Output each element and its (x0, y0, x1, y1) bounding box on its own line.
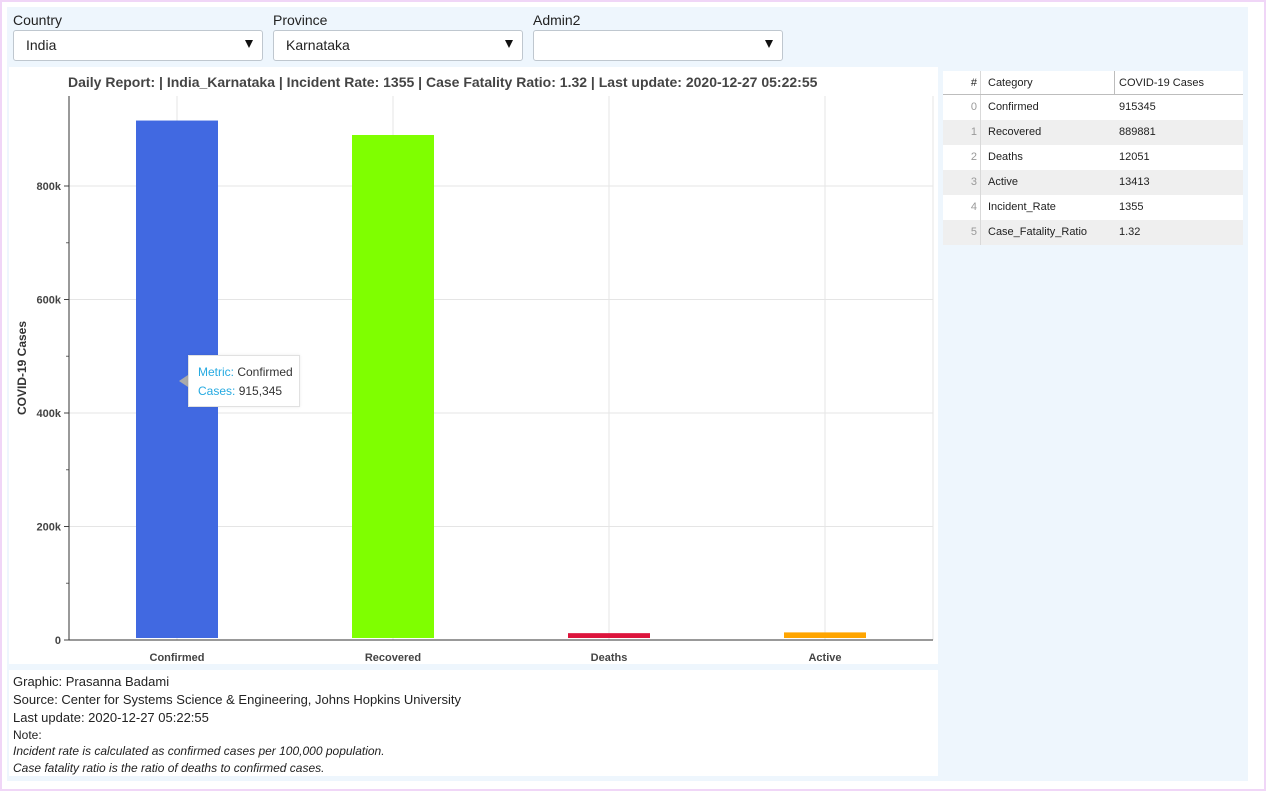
table-cell-category: Confirmed (988, 101, 1039, 113)
table-cell-value: 1.32 (1119, 226, 1141, 238)
y-axis-label: COVID-19 Cases (15, 321, 29, 415)
bar-active[interactable] (784, 632, 866, 638)
table-header-row: # Category COVID-19 Cases (943, 71, 1243, 95)
table-cell-index: 3 (943, 170, 981, 195)
footer-notes: Graphic: Prasanna Badami Source: Center … (9, 670, 938, 776)
table-cell-value: 1355 (1119, 201, 1144, 213)
x-tick-label: Active (808, 652, 841, 664)
table-cell-value: 915345 (1119, 101, 1156, 113)
table-row[interactable]: 2 Deaths 12051 (943, 145, 1243, 170)
footer-note-incident: Incident rate is calculated as confirmed… (13, 744, 385, 758)
table-cell-category: Incident_Rate (988, 201, 1056, 213)
table-cell-category: Recovered (988, 126, 1042, 138)
bar-deaths[interactable] (568, 633, 650, 638)
table-cell-index: 2 (943, 145, 981, 170)
x-tick-label: Confirmed (150, 652, 205, 664)
bar-recovered[interactable] (352, 134, 434, 638)
data-table[interactable]: # Category COVID-19 Cases 0 Confirmed 91… (943, 71, 1243, 245)
tooltip-metric-key: Metric: (198, 365, 234, 379)
table-cell-value: 889881 (1119, 126, 1156, 138)
table-cell-index: 0 (943, 95, 981, 120)
y-tick-label: 400k (37, 408, 62, 420)
tooltip-arrow (179, 375, 188, 387)
table-row[interactable]: 1 Recovered 889881 (943, 120, 1243, 145)
table-cell-category: Case_Fatality_Ratio (988, 226, 1088, 238)
x-tick-label: Recovered (365, 652, 421, 664)
y-tick-label: 600k (37, 295, 62, 307)
footer-note-fatality: Case fatality ratio is the ratio of deat… (13, 761, 325, 775)
table-cell-index: 4 (943, 195, 981, 220)
footer-note-label: Note: (13, 728, 42, 742)
table-cell-value: 13413 (1119, 176, 1150, 188)
tooltip-cases-key: Cases: (198, 384, 236, 398)
footer-last-update: Last update: 2020-12-27 05:22:55 (13, 710, 209, 725)
table-cell-category: Deaths (988, 151, 1023, 163)
table-cell-value: 12051 (1119, 151, 1150, 163)
x-tick-label: Deaths (591, 652, 628, 664)
footer-graphic: Graphic: Prasanna Badami (13, 674, 170, 689)
y-tick-label: 800k (37, 181, 62, 193)
table-cell-index: 5 (943, 220, 981, 245)
footer-source: Source: Center for Systems Science & Eng… (13, 692, 461, 707)
tooltip-cases-value: 915,345 (238, 384, 283, 398)
table-header-index[interactable]: # (943, 71, 981, 94)
table-row[interactable]: 5 Case_Fatality_Ratio 1.32 (943, 220, 1243, 245)
table-cell-index: 1 (943, 120, 981, 145)
table-row[interactable]: 0 Confirmed 915345 (943, 95, 1243, 120)
tooltip-metric-value: Confirmed (237, 365, 293, 379)
y-tick-label: 0 (55, 635, 61, 647)
table-row[interactable]: 3 Active 13413 (943, 170, 1243, 195)
table-row[interactable]: 4 Incident_Rate 1355 (943, 195, 1243, 220)
y-tick-label: 200k (37, 522, 62, 534)
table-cell-category: Active (988, 176, 1018, 188)
table-header-cases[interactable]: COVID-19 Cases (1114, 71, 1204, 94)
chart-tooltip: Metric: Confirmed Cases: 915,345 (188, 355, 300, 407)
table-header-category[interactable]: Category (988, 71, 1033, 95)
